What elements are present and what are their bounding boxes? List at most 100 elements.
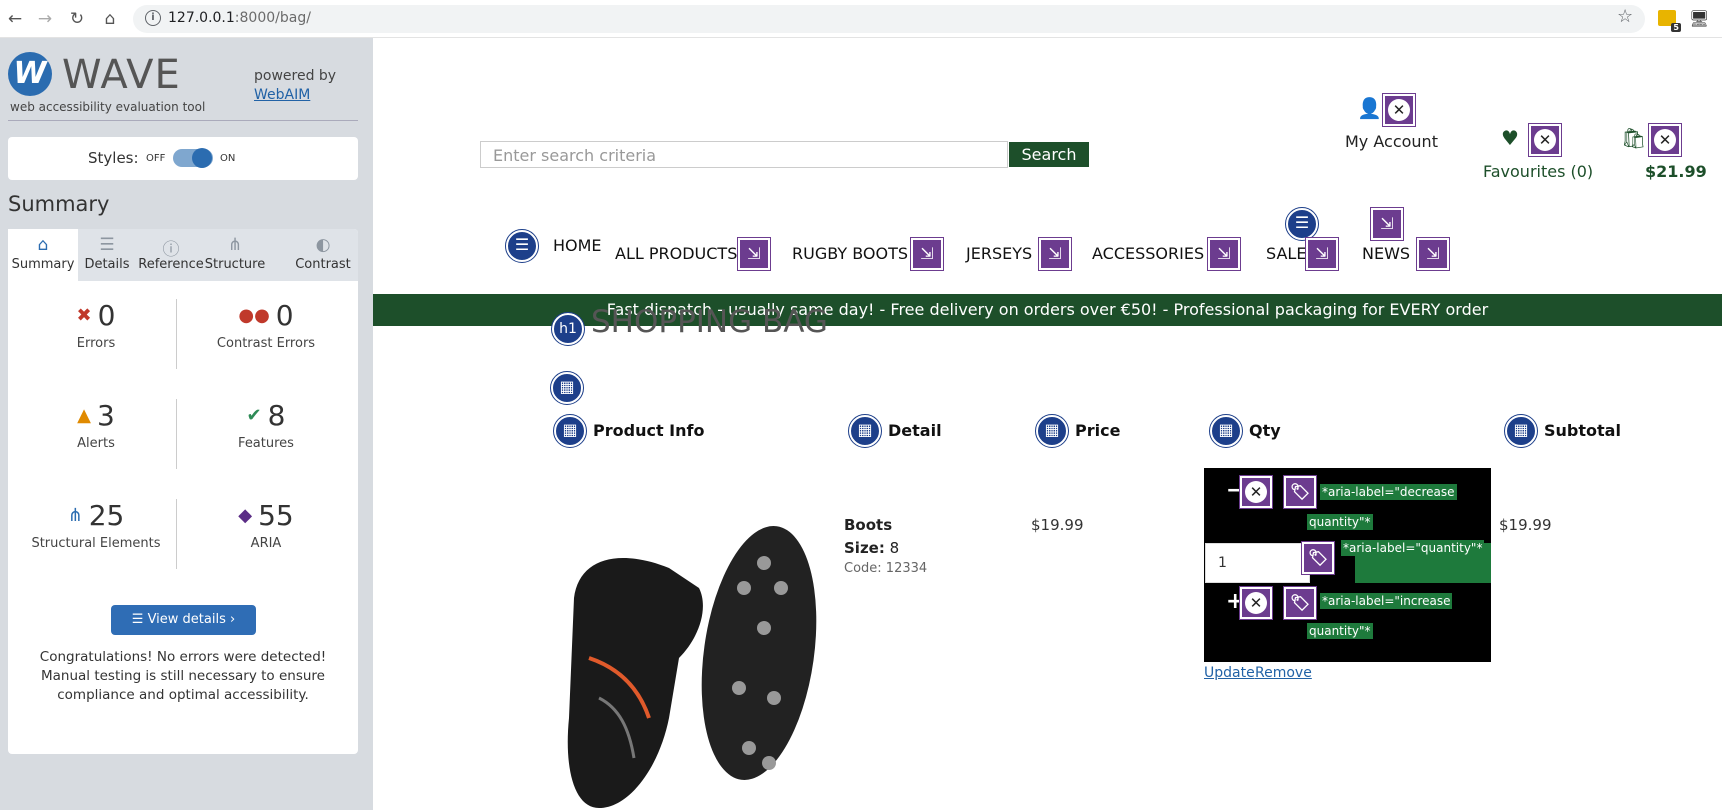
nav-rugby-boots[interactable]: RUGBY BOOTS [792, 244, 908, 263]
quantity-input[interactable]: 1 [1205, 543, 1310, 583]
tab-contrast[interactable]: ◐ Contrast [288, 229, 358, 281]
nav-sale[interactable]: SALE [1266, 244, 1306, 263]
tab-details[interactable]: ☰ Details [72, 229, 142, 281]
url-text: 127.0.0.1:8000/bag/ [168, 10, 311, 26]
search-button[interactable]: Search [1009, 142, 1089, 167]
wave-aria-error-icon: ✕ [1239, 475, 1273, 509]
divider [176, 399, 177, 469]
wave-logo-icon: W [8, 52, 52, 96]
th-qty: Qty [1249, 421, 1281, 440]
th-detail: Detail [888, 421, 942, 440]
update-link[interactable]: Update [1204, 665, 1255, 681]
wave-table-header-icon: ▦ [553, 414, 587, 448]
extension-monitor-icon[interactable]: 🖥 [1689, 9, 1709, 28]
nav-jerseys[interactable]: JERSEYS [966, 244, 1032, 263]
wave-table-header-icon: ▦ [848, 414, 882, 448]
wave-title: WAVE [62, 52, 181, 98]
aria-icon: ◆ [238, 505, 253, 526]
contrast-error-icon: ●● [238, 305, 270, 326]
divider [176, 299, 177, 369]
wave-aria-error-icon: ✕ [1239, 586, 1273, 620]
back-icon[interactable]: ← [4, 8, 26, 30]
home-icon[interactable]: ⌂ [99, 8, 121, 30]
styles-toggle-box: Styles: OFF ON [8, 137, 358, 180]
product-subtotal: $19.99 [1499, 516, 1552, 534]
styles-off-label: OFF [146, 153, 166, 164]
browser-toolbar: ← → ↻ ⌂ i 127.0.0.1:8000/bag/ ☆ 5 🖥 [0, 0, 1722, 38]
wave-h1-icon: h1 [551, 312, 585, 346]
nav-home[interactable]: HOME [553, 236, 602, 255]
wave-list-icon: ☰ [1285, 207, 1319, 241]
webaim-link[interactable]: WebAIM [254, 87, 310, 103]
divider [176, 499, 177, 569]
contrast-errors-stat[interactable]: ●● 0 Contrast Errors [186, 299, 346, 351]
th-subtotal: Subtotal [1544, 421, 1621, 440]
wave-table-header-icon: ▦ [1209, 414, 1243, 448]
product-image[interactable] [559, 518, 821, 810]
styles-toggle[interactable] [173, 148, 213, 168]
alert-icon: ▲ [77, 405, 91, 426]
feature-check-icon: ✔ [246, 405, 262, 426]
wave-table-icon: ▦ [550, 371, 584, 405]
reload-icon[interactable]: ↻ [66, 8, 88, 30]
extension-icon[interactable]: 5 [1658, 10, 1681, 32]
search-input[interactable]: Enter search criteria [480, 141, 1008, 168]
tab-reference[interactable]: ⓘ Reference [136, 229, 206, 281]
home-icon: ⌂ [37, 235, 49, 255]
wave-table-header-icon: ▦ [1504, 414, 1538, 448]
wave-tabs: ⌂ Summary ☰ Details ⓘ Reference ⋔ Structure … [8, 229, 358, 281]
forward-icon[interactable]: → [34, 8, 56, 30]
address-bar[interactable]: i 127.0.0.1:8000/bag/ [133, 5, 1645, 33]
wave-table-header-icon: ▦ [1035, 414, 1069, 448]
list-icon: ☰ [131, 612, 148, 627]
th-product-info: Product Info [593, 421, 705, 440]
remove-link[interactable]: Remove [1255, 665, 1312, 681]
features-stat[interactable]: ✔ 8 Features [186, 399, 346, 451]
product-size: Size: 8 [844, 539, 900, 557]
nav-accessories[interactable]: ACCESSORIES [1092, 244, 1204, 263]
user-icon[interactable]: 👤 [1357, 96, 1382, 120]
view-details-button[interactable]: ☰ View details › [111, 605, 256, 635]
th-price: Price [1075, 421, 1121, 440]
wave-aria-label-icon: 🏷 [1283, 586, 1317, 620]
structure-icon: ⋔ [227, 235, 243, 255]
aria-label-decrease-cont: quantity"* [1307, 514, 1373, 530]
powered-by-label: powered by [254, 68, 337, 84]
aria-label-quantity: *aria-label="quantity"* [1341, 540, 1485, 556]
site-info-icon[interactable]: i [145, 10, 161, 26]
contrast-icon: ◐ [315, 235, 331, 255]
aria-label-increase-cont: quantity"* [1307, 623, 1373, 639]
wave-aria-label-icon: 🏷 [1283, 475, 1317, 509]
wave-aria-label-icon: 🏷 [1301, 541, 1335, 575]
aria-label-increase: *aria-label="increase [1320, 593, 1453, 609]
favourites-link[interactable]: Favourites (0) [1483, 162, 1593, 181]
list-icon: ☰ [99, 235, 115, 255]
tab-summary[interactable]: ⌂ Summary [8, 229, 78, 281]
quantity-control: − ✕ 🏷 *aria-label="decrease quantity"* 1… [1204, 468, 1491, 662]
heart-icon[interactable]: ♥ [1501, 126, 1519, 150]
wave-link-icon: ⇲ [1370, 207, 1404, 241]
wave-link-icon: ⇲ [1207, 237, 1241, 271]
bag-total[interactable]: $21.99 [1645, 162, 1707, 181]
wave-aria-error-icon: ✕ [1648, 123, 1682, 157]
shopping-bag-icon[interactable]: 🛍 [1621, 126, 1646, 150]
tab-structure[interactable]: ⋔ Structure [200, 229, 270, 281]
wave-aria-error-icon: ✕ [1382, 93, 1416, 127]
product-price: $19.99 [1031, 516, 1084, 534]
product-code: Code: 12334 [844, 561, 928, 576]
bookmark-star-icon[interactable]: ☆ [1617, 6, 1633, 27]
nav-news[interactable]: NEWS [1362, 244, 1410, 263]
page-title: SHOPPING BAG [591, 304, 828, 340]
nav-all-products[interactable]: ALL PRODUCTS [615, 244, 737, 263]
wave-sidebar: W WAVE web accessibility evaluation tool… [0, 38, 373, 810]
my-account-link[interactable]: My Account [1345, 132, 1438, 151]
aria-stat[interactable]: ◆ 55 ARIA [186, 499, 346, 551]
aria-label-decrease: *aria-label="decrease [1320, 484, 1457, 500]
styles-label: Styles: [88, 149, 139, 167]
wave-subtitle: web accessibility evaluation tool [10, 100, 206, 114]
product-name: Boots [844, 516, 893, 534]
errors-stat[interactable]: ✖ 0 Errors [16, 299, 176, 351]
structural-stat[interactable]: ⋔ 25 Structural Elements [16, 499, 176, 551]
congrats-message: Congratulations! No errors were detected… [39, 649, 327, 703]
alerts-stat[interactable]: ▲ 3 Alerts [16, 399, 176, 451]
